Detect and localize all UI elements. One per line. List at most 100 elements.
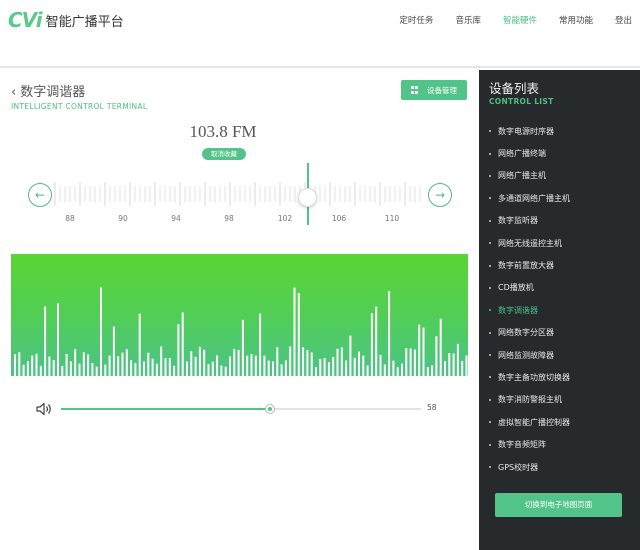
sidebar-item-label: 网络广播终端 (498, 149, 546, 159)
sidebar-item[interactable]: 网络无线遥控主机 (489, 232, 570, 254)
sidebar-item[interactable]: 虚拟智能广播控制器 (489, 411, 570, 433)
sidebar-item[interactable]: 数字调谐器 (489, 299, 570, 321)
sidebar-item-label: 数字监听器 (498, 216, 538, 226)
spectrum-bar (173, 365, 176, 376)
sidebar-item-label: 多通道网络广播主机 (498, 193, 570, 203)
sidebar-item[interactable]: 网络广播主机 (489, 165, 570, 187)
sidebar-item-label: GPS校时器 (498, 462, 539, 472)
spectrum-bar (104, 364, 107, 376)
spectrum-bar (39, 365, 42, 376)
spectrum-bar (289, 346, 292, 376)
speaker-icon[interactable] (36, 402, 52, 416)
spectrum-bar (26, 361, 29, 376)
spectrum-bar (396, 367, 399, 376)
spectrum-bar (108, 355, 111, 376)
dial-tick-label: 88 (65, 214, 75, 223)
spectrum-bar (362, 355, 365, 376)
spectrum-bar (246, 355, 249, 376)
spectrum-bar (44, 306, 47, 376)
sidebar-item[interactable]: 网络广播终端 (489, 142, 570, 164)
sidebar-item[interactable]: 数字音频矩阵 (489, 433, 570, 455)
spectrum-bar (61, 365, 64, 376)
spectrum-bar (319, 358, 322, 376)
sidebar-item[interactable]: 网络监测故障器 (489, 344, 570, 366)
spectrum-bar (35, 353, 38, 376)
spectrum-bar (211, 361, 214, 376)
spectrum-bar (456, 343, 459, 376)
spectrum-bar (310, 352, 313, 376)
spectrum-bar (237, 349, 240, 376)
spectrum-bar (138, 313, 141, 376)
dial-knob[interactable] (298, 188, 317, 207)
spectrum-bar (254, 355, 257, 376)
sidebar-item[interactable]: 数字前置放大器 (489, 254, 570, 276)
spectrum-bar (52, 360, 55, 376)
spectrum-bar (465, 355, 468, 376)
arrow-left-icon[interactable]: ← (28, 183, 52, 207)
spectrum-bar (160, 346, 163, 376)
spectrum-bar (207, 364, 210, 376)
sidebar-item[interactable]: 网络数字分区器 (489, 322, 570, 344)
spectrum-bar (190, 351, 193, 376)
volume-value: 58 (427, 403, 437, 412)
spectrum-bar (413, 349, 416, 376)
spectrum-bar (194, 356, 197, 376)
spectrum-bar (220, 365, 223, 376)
spectrum-bar (112, 326, 115, 376)
spectrum-bar (272, 361, 274, 376)
spectrum-bar (151, 358, 154, 376)
spectrum-bar (284, 360, 287, 376)
spectrum-bar (48, 356, 51, 376)
arrow-right-icon[interactable]: → (428, 183, 452, 207)
nav-item-common-functions[interactable]: 常用功能 (559, 14, 593, 26)
spectrum-bar (375, 306, 378, 376)
sidebar-title: 设备列表 (489, 81, 540, 96)
spectrum-bar (134, 363, 137, 376)
spectrum-bar (259, 313, 262, 376)
sidebar-item[interactable]: CD播放机 (489, 277, 570, 299)
spectrum-bar (155, 363, 158, 376)
bullet-icon (489, 130, 491, 133)
spectrum-bar (392, 360, 395, 376)
spectrum-bar (78, 363, 81, 376)
spectrum-bar (448, 353, 451, 376)
spectrum-bar (203, 349, 206, 376)
spectrum-bar (401, 363, 403, 376)
sidebar-item[interactable]: 数字电源时序器 (489, 120, 570, 142)
bullet-icon (489, 398, 491, 401)
spectrum-bar (422, 327, 425, 376)
main-panel: ‹ 数字调谐器 INTELLIGENT CONTROL TERMINAL 设备管理… (0, 70, 479, 550)
spectrum-bar (452, 353, 455, 376)
logo[interactable]: CVi 智能广播平台 (8, 8, 124, 32)
sidebar-item[interactable]: 数字监听器 (489, 210, 570, 232)
nav-item-smart-hardware[interactable]: 智能硬件 (503, 14, 537, 26)
spectrum-bar (57, 303, 59, 376)
switch-to-map-button[interactable]: 切换到电子地图页面 (495, 493, 622, 517)
spectrum-bar (263, 355, 266, 376)
tuning-dial[interactable]: 88 90 94 98 102 106 110 ← → (0, 70, 479, 240)
sidebar-item[interactable]: 多通道网络广播主机 (489, 187, 570, 209)
spectrum-bar (14, 354, 16, 376)
spectrum-bar (143, 361, 145, 376)
volume-thumb[interactable] (264, 404, 275, 414)
nav-item-music-library[interactable]: 音乐库 (455, 14, 481, 26)
logo-mark: CVi (8, 8, 43, 32)
sidebar-item-label: CD播放机 (498, 283, 534, 293)
sidebar-item[interactable]: GPS校时器 (489, 456, 570, 478)
bullet-icon (489, 264, 491, 267)
sidebar-item[interactable]: 数字消防警报主机 (489, 389, 570, 411)
sidebar-item-label: 数字主备功放切换器 (498, 372, 570, 382)
dial-tick-label: 98 (224, 214, 234, 223)
nav-item-scheduled-tasks[interactable]: 定时任务 (399, 14, 433, 26)
nav-item-logout[interactable]: 登出 (615, 14, 632, 26)
dial-tick-label: 110 (384, 214, 400, 223)
volume-slider[interactable] (61, 404, 421, 414)
spectrum-bar (198, 346, 201, 376)
bullet-icon (489, 376, 491, 379)
spectrum-bar (345, 360, 348, 376)
spectrum-bar (332, 357, 335, 376)
sidebar-item[interactable]: 数字主备功放切换器 (489, 366, 570, 388)
spectrum-bar (241, 319, 244, 376)
audio-spectrum (11, 254, 468, 376)
spectrum-bar (370, 313, 373, 376)
